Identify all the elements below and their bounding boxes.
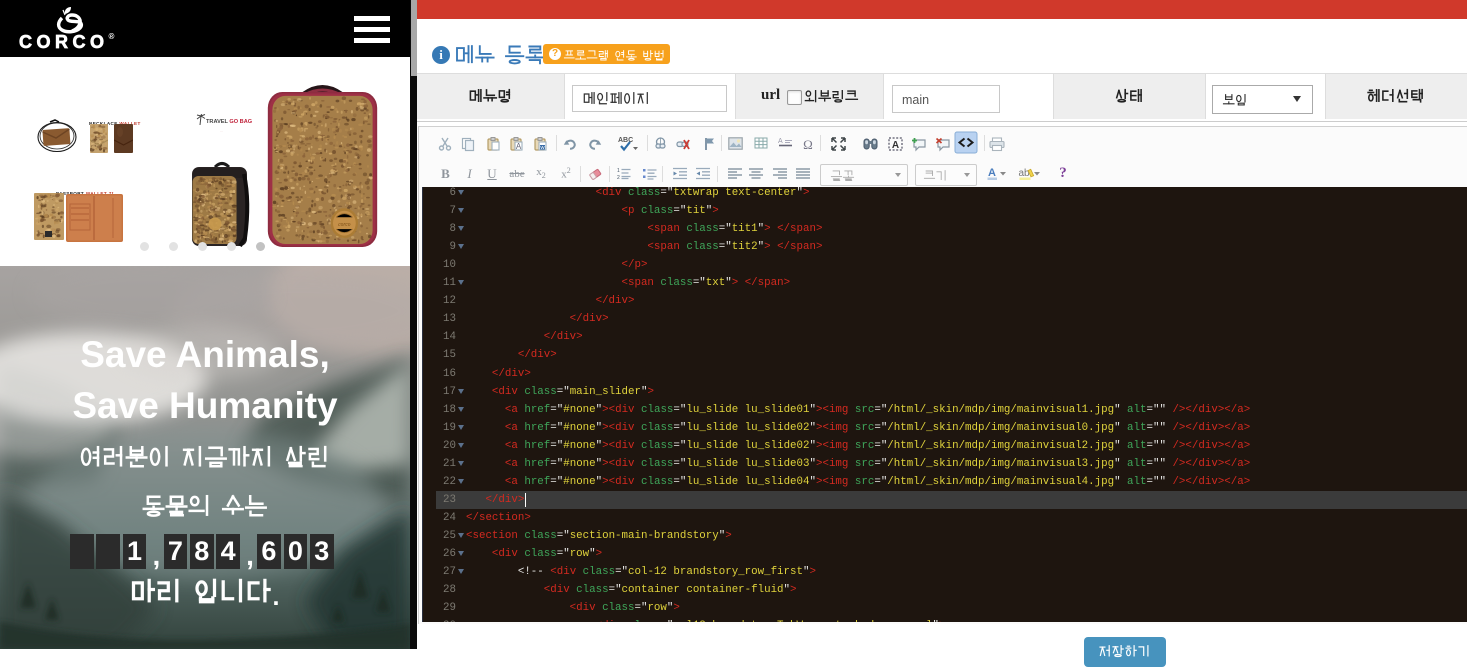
svg-text:A: A [516, 142, 522, 151]
svg-text:ab: ab [1018, 168, 1030, 179]
svg-text:2: 2 [617, 175, 620, 181]
svg-text:TRAVEL GO BAG: TRAVEL GO BAG [206, 119, 252, 125]
svg-text:A: A [891, 140, 898, 151]
svg-text:A: A [988, 167, 996, 179]
svg-text:A: A [778, 138, 783, 145]
svg-text:Ω: Ω [803, 137, 813, 152]
svg-text:corco: corco [338, 222, 350, 228]
svg-text:ABC: ABC [618, 137, 633, 144]
svg-text:1: 1 [617, 168, 620, 174]
